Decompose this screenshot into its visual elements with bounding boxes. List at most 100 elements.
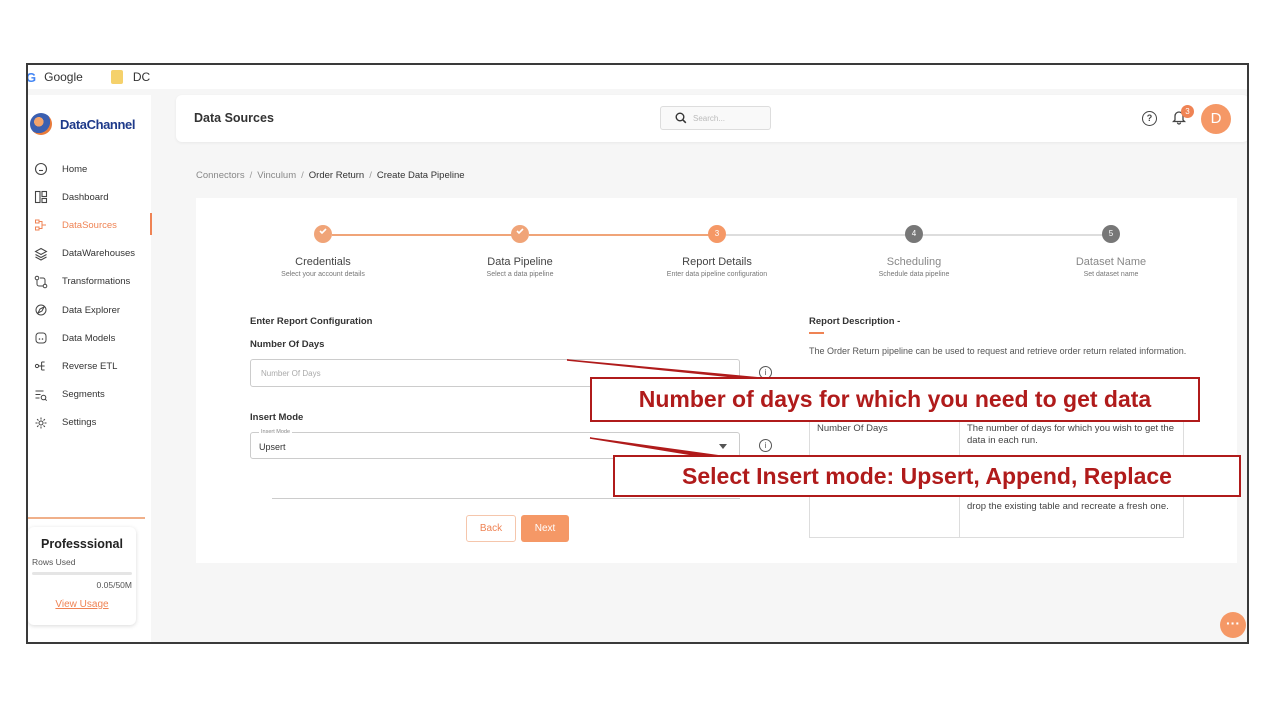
step-subtitle: Select a data pipeline	[486, 271, 554, 278]
next-button[interactable]: Next	[521, 515, 569, 542]
bookmark-label: DC	[132, 70, 151, 84]
sidebar-item-label: DataSources	[62, 219, 117, 231]
step-title: Scheduling	[886, 256, 942, 268]
bookmark-dc[interactable]: DC	[97, 70, 150, 84]
home-icon	[34, 162, 48, 176]
days-label: Number Of Days	[250, 339, 325, 350]
chat-icon[interactable]: ···	[1220, 612, 1246, 638]
step-2-check-icon	[511, 225, 529, 243]
search-input[interactable]: Search...	[660, 106, 771, 130]
sidebar-item-label: Transformations	[62, 276, 131, 288]
step-3-circle: 3	[708, 225, 726, 243]
sidebar-item-label: Dashboard	[62, 191, 109, 203]
back-button[interactable]: Back	[466, 515, 516, 542]
gear-icon	[34, 416, 48, 430]
table-key: Number Of Days	[817, 423, 888, 434]
sidebar-item-label: Data Models	[62, 332, 116, 344]
title-underline	[809, 332, 824, 334]
step-subtitle: Schedule data pipeline	[878, 271, 950, 278]
breadcrumb: Connectors / Vinculum / Order Return / Create …	[196, 170, 465, 181]
sidebar-item-datasources[interactable]: DataSources	[28, 211, 152, 239]
step-subtitle: Select your account details	[281, 271, 365, 278]
breadcrumb-separator: /	[369, 170, 372, 181]
avatar[interactable]: D	[1201, 104, 1231, 134]
sidebar-item-datawarehouses[interactable]: DataWarehouses	[28, 240, 151, 268]
folder-icon	[110, 70, 123, 84]
breadcrumb-order-return[interactable]: Order Return	[309, 170, 364, 181]
sidebar-item-label: Settings	[62, 417, 97, 429]
header: Data Sources Search... ? 3 D	[176, 95, 1247, 142]
step-title: Report Details	[682, 256, 752, 268]
help-icon[interactable]: ?	[1142, 111, 1157, 126]
models-icon	[34, 331, 48, 345]
report-description-text: The Order Return pipeline can be used to…	[809, 346, 1187, 356]
info-icon[interactable]: i	[759, 439, 772, 452]
stepper-line-pending	[726, 234, 914, 236]
datachannel-logo-icon	[30, 113, 52, 135]
breadcrumb-separator: /	[249, 170, 253, 181]
insert-mode-float-label: Insert Mode	[259, 429, 293, 435]
rows-used-bar	[32, 572, 132, 575]
step-subtitle: Set dataset name	[1083, 271, 1139, 278]
step-title: Dataset Name	[1075, 256, 1147, 268]
step-title: Credentials	[295, 256, 351, 268]
sidebar-item-dashboard[interactable]: Dashboard	[28, 183, 151, 211]
browser-window: G Google DC DataChannel Home Dashboard D…	[26, 63, 1249, 644]
rows-used-label: Rows Used	[32, 557, 76, 567]
segments-icon	[34, 388, 48, 402]
bookmarks-bar: G Google DC	[28, 65, 1247, 89]
transform-icon	[34, 275, 48, 289]
insert-mode-label: Insert Mode	[250, 412, 304, 423]
sidebar: DataChannel Home Dashboard DataSources D…	[28, 95, 152, 642]
logo[interactable]: DataChannel	[30, 113, 135, 135]
sidebar-item-label: Home	[62, 163, 88, 175]
step-subtitle: Enter data pipeline configuration	[666, 271, 768, 278]
stepper-line-pending	[923, 234, 1111, 236]
slide: G Google DC DataChannel Home Dashboard D…	[0, 0, 1280, 720]
view-usage-link[interactable]: View Usage	[32, 599, 132, 610]
google-icon: G	[26, 69, 37, 85]
step-title: Data Pipeline	[487, 256, 553, 268]
chevron-down-icon	[719, 444, 727, 449]
rows-used-value: 0.05/50M	[96, 580, 132, 590]
table-value: The number of days for which you wish to…	[967, 423, 1174, 446]
brand-name: DataChannel	[60, 116, 136, 132]
reverse-etl-icon	[34, 359, 48, 373]
sidebar-item-settings[interactable]: Settings	[28, 409, 151, 437]
plan-card: Professsional Rows Used 0.05/50M View Us…	[28, 527, 136, 625]
annotation-insert-mode: Select Insert mode: Upsert, Append, Repl…	[613, 455, 1241, 497]
datasources-icon	[34, 218, 48, 232]
step-4-circle: 4	[905, 225, 923, 243]
sidebar-item-label: DataWarehouses	[62, 248, 136, 260]
step-5-circle: 5	[1102, 225, 1120, 243]
sidebar-item-label: Segments	[62, 389, 105, 401]
sidebar-item-data-models[interactable]: Data Models	[28, 324, 151, 352]
dashboard-icon	[34, 190, 48, 204]
search-icon	[675, 112, 687, 124]
sidebar-item-segments[interactable]: Segments	[28, 381, 151, 409]
sidebar-nav: Home Dashboard DataSources DataWarehouse…	[28, 155, 152, 437]
sidebar-item-data-explorer[interactable]: Data Explorer	[28, 296, 151, 324]
breadcrumb-connectors[interactable]: Connectors	[196, 170, 245, 181]
breadcrumb-current: Create Data Pipeline	[376, 170, 465, 181]
layers-icon	[34, 247, 48, 261]
step-1-check-icon	[314, 225, 332, 243]
bookmark-google[interactable]: G Google	[28, 70, 83, 85]
breadcrumb-vinculum[interactable]: Vinculum	[257, 170, 296, 181]
annotation-days: Number of days for which you need to get…	[590, 377, 1200, 422]
notification-badge: 3	[1181, 105, 1194, 118]
plan-divider	[28, 517, 145, 519]
sidebar-item-home[interactable]: Home	[28, 155, 151, 183]
sidebar-item-reverse-etl[interactable]: Reverse ETL	[28, 352, 151, 380]
page-title: Data Sources	[194, 111, 274, 125]
sidebar-item-label: Data Explorer	[62, 304, 121, 316]
stepper-line-done	[529, 234, 717, 236]
sidebar-item-transformations[interactable]: Transformations	[28, 268, 151, 296]
form-divider	[272, 498, 740, 499]
form-section-title: Enter Report Configuration	[250, 316, 373, 327]
report-description-title: Report Description -	[809, 316, 901, 327]
explorer-icon	[34, 303, 48, 317]
insert-mode-value: Upsert	[259, 442, 286, 452]
table-value: drop the existing table and recreate a f…	[967, 501, 1169, 512]
bookmark-label: Google	[44, 70, 83, 84]
